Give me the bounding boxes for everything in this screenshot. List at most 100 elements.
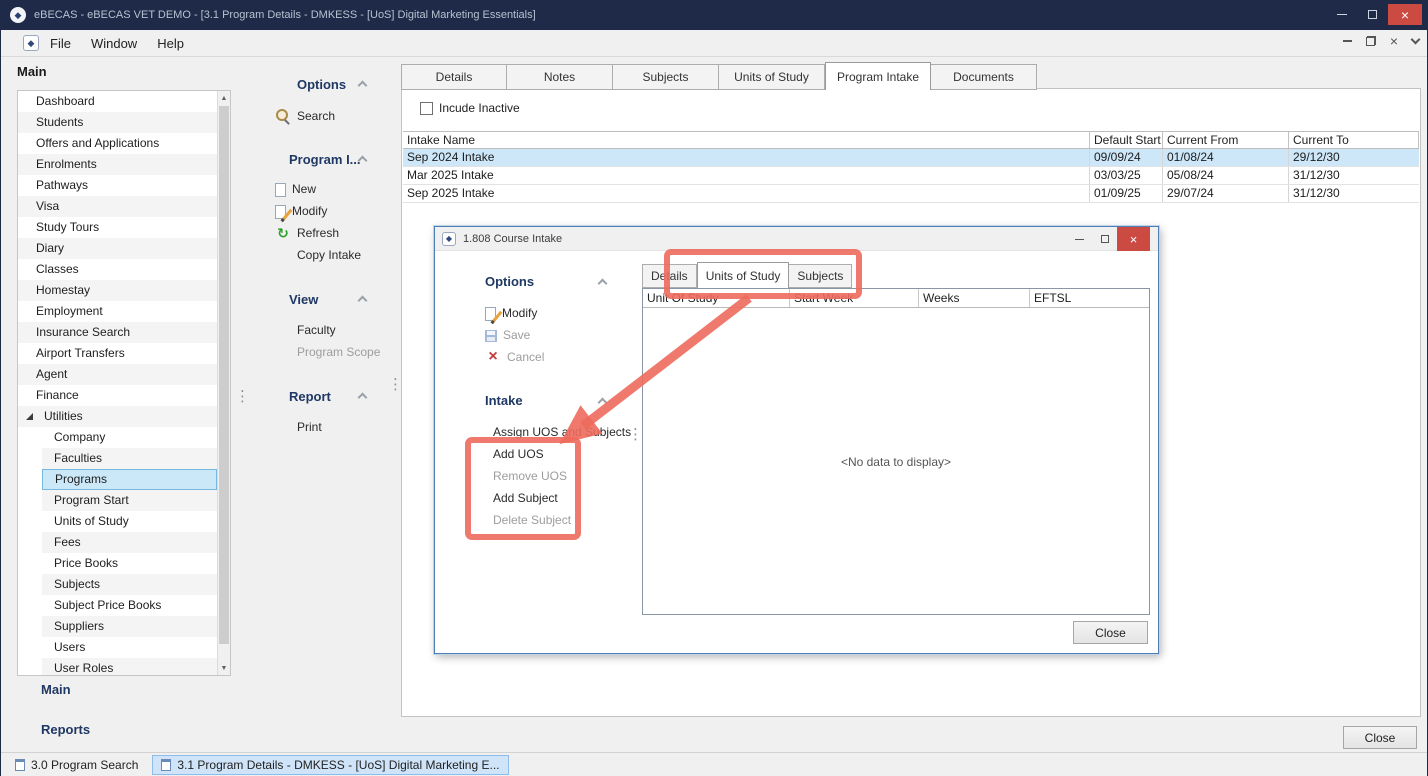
sidebar-item-visa[interactable]: Visa bbox=[18, 196, 217, 217]
section-header-report[interactable]: Report bbox=[289, 389, 331, 404]
remove-uos-button[interactable]: Remove UOS bbox=[493, 465, 567, 487]
sidebar-item-homestay[interactable]: Homestay bbox=[18, 280, 217, 301]
modal-minimize-button[interactable] bbox=[1067, 227, 1092, 251]
collapse-chevron-icon[interactable] bbox=[358, 393, 368, 403]
add-subject-button[interactable]: Add Subject bbox=[493, 487, 558, 509]
new-button[interactable]: New bbox=[275, 178, 316, 200]
sidebar-item-insurance-search[interactable]: Insurance Search bbox=[18, 322, 217, 343]
sidebar-item-suppliers[interactable]: Suppliers bbox=[42, 616, 217, 637]
refresh-button[interactable]: ↻ Refresh bbox=[275, 222, 339, 244]
tab-units-of-study[interactable]: Units of Study bbox=[719, 64, 825, 90]
column-header-current-from[interactable]: Current From bbox=[1163, 132, 1289, 148]
sidebar-item-user-roles[interactable]: User Roles bbox=[42, 658, 217, 676]
sidebar-item-fees[interactable]: Fees bbox=[42, 532, 217, 553]
column-header-default-start[interactable]: Default Start bbox=[1090, 132, 1163, 148]
taskbar-item-program-search[interactable]: 3.0 Program Search bbox=[7, 755, 146, 775]
scroll-down-icon[interactable]: ▼ bbox=[218, 661, 230, 675]
collapse-chevron-icon[interactable] bbox=[358, 81, 368, 91]
delete-subject-button[interactable]: Delete Subject bbox=[493, 509, 571, 531]
sidebar-item-airport-transfers[interactable]: Airport Transfers bbox=[18, 343, 217, 364]
modal-tab-subjects[interactable]: Subjects bbox=[789, 264, 852, 288]
menu-window[interactable]: Window bbox=[82, 32, 146, 55]
section-header-program[interactable]: Program I... bbox=[289, 152, 361, 167]
modal-close-button[interactable]: Close bbox=[1073, 621, 1148, 644]
modal-titlebar[interactable]: ◆ 1.808 Course Intake × bbox=[435, 227, 1158, 251]
column-header-unit-of-study[interactable]: Unit Of Study bbox=[643, 289, 790, 307]
section-header-view[interactable]: View bbox=[289, 292, 318, 307]
maximize-button[interactable] bbox=[1357, 4, 1388, 25]
column-header-weeks[interactable]: Weeks bbox=[919, 289, 1030, 307]
copy-intake-button[interactable]: Copy Intake bbox=[275, 244, 361, 266]
search-button[interactable]: Search bbox=[275, 105, 335, 127]
sidebar-item-study-tours[interactable]: Study Tours bbox=[18, 217, 217, 238]
tab-documents[interactable]: Documents bbox=[931, 64, 1037, 90]
modal-maximize-button[interactable] bbox=[1092, 227, 1117, 251]
table-row[interactable]: Sep 2025 Intake 01/09/25 29/07/24 31/12/… bbox=[403, 185, 1419, 203]
assign-uos-and-subjects-button[interactable]: Assign UOS and Subjects bbox=[493, 421, 631, 443]
close-button[interactable]: Close bbox=[1343, 726, 1417, 749]
column-header-intake-name[interactable]: Intake Name bbox=[403, 132, 1090, 148]
sidebar-item-subjects[interactable]: Subjects bbox=[42, 574, 217, 595]
modal-tab-units-of-study[interactable]: Units of Study bbox=[697, 262, 790, 288]
faculty-button[interactable]: Faculty bbox=[275, 319, 336, 341]
sidebar-item-finance[interactable]: Finance bbox=[18, 385, 217, 406]
sidebar-item-employment[interactable]: Employment bbox=[18, 301, 217, 322]
tab-notes[interactable]: Notes bbox=[507, 64, 613, 90]
sidebar-item-classes[interactable]: Classes bbox=[18, 259, 217, 280]
splitter-handle[interactable]: ⋮ bbox=[235, 394, 250, 400]
section-header-options[interactable]: Options bbox=[297, 77, 346, 92]
sidebar-item-users[interactable]: Users bbox=[42, 637, 217, 658]
sidebar-item-price-books[interactable]: Price Books bbox=[42, 553, 217, 574]
collapse-chevron-icon[interactable] bbox=[598, 279, 608, 289]
sidebar-item-programs[interactable]: Programs bbox=[42, 469, 217, 490]
scrollbar-thumb[interactable] bbox=[219, 106, 229, 644]
tab-subjects[interactable]: Subjects bbox=[613, 64, 719, 90]
sidebar-item-pathways[interactable]: Pathways bbox=[18, 175, 217, 196]
minimize-button[interactable] bbox=[1326, 4, 1357, 25]
mdi-close-icon[interactable]: × bbox=[1390, 36, 1398, 46]
sidebar-item-subject-price-books[interactable]: Subject Price Books bbox=[42, 595, 217, 616]
tab-details[interactable]: Details bbox=[401, 64, 507, 90]
nav-group-main[interactable]: Main bbox=[41, 682, 71, 697]
column-header-start-week[interactable]: Start Week bbox=[790, 289, 919, 307]
sidebar-item-program-start[interactable]: Program Start bbox=[42, 490, 217, 511]
add-uos-button[interactable]: Add UOS bbox=[493, 443, 544, 465]
sidebar-item-dashboard[interactable]: Dashboard bbox=[18, 91, 217, 112]
close-window-button[interactable]: × bbox=[1388, 4, 1422, 25]
modal-section-intake[interactable]: Intake bbox=[485, 393, 523, 408]
modal-cancel-button[interactable]: × Cancel bbox=[485, 346, 544, 368]
program-scope-button[interactable]: Program Scope bbox=[275, 341, 380, 363]
menu-help[interactable]: Help bbox=[148, 32, 193, 55]
table-row[interactable]: Mar 2025 Intake 03/03/25 05/08/24 31/12/… bbox=[403, 167, 1419, 185]
column-header-eftsl[interactable]: EFTSL bbox=[1030, 289, 1149, 307]
print-button[interactable]: Print bbox=[275, 416, 322, 438]
nav-group-reports[interactable]: Reports bbox=[41, 722, 90, 737]
sidebar-item-offers-and-applications[interactable]: Offers and Applications bbox=[18, 133, 217, 154]
splitter-handle[interactable]: ⋮ bbox=[628, 432, 643, 438]
mdi-restore-icon[interactable] bbox=[1366, 36, 1376, 46]
modal-tab-details[interactable]: Details bbox=[642, 264, 697, 288]
sidebar-item-diary[interactable]: Diary bbox=[18, 238, 217, 259]
sidebar-scrollbar[interactable]: ▲ ▼ bbox=[217, 91, 230, 675]
mdi-chevron-down-icon[interactable] bbox=[1411, 35, 1421, 45]
modal-save-button[interactable]: Save bbox=[485, 324, 530, 346]
sidebar-item-enrolments[interactable]: Enrolments bbox=[18, 154, 217, 175]
modal-close-window-button[interactable]: × bbox=[1117, 227, 1150, 251]
modal-section-options[interactable]: Options bbox=[485, 274, 534, 289]
column-header-current-to[interactable]: Current To bbox=[1289, 132, 1419, 148]
mdi-minimize-icon[interactable] bbox=[1343, 40, 1352, 42]
include-inactive-checkbox[interactable]: Incude Inactive bbox=[420, 101, 520, 115]
sidebar-item-agent[interactable]: Agent bbox=[18, 364, 217, 385]
sidebar-item-company[interactable]: Company bbox=[42, 427, 217, 448]
sidebar-item-utilities[interactable]: Utilities bbox=[18, 406, 217, 427]
sidebar-item-units-of-study[interactable]: Units of Study bbox=[42, 511, 217, 532]
modify-button[interactable]: Modify bbox=[275, 200, 327, 222]
sidebar-item-faculties[interactable]: Faculties bbox=[42, 448, 217, 469]
scroll-up-icon[interactable]: ▲ bbox=[218, 91, 230, 105]
table-row[interactable]: Sep 2024 Intake 09/09/24 01/08/24 29/12/… bbox=[403, 149, 1419, 167]
taskbar-item-program-details[interactable]: 3.1 Program Details - DMKESS - [UoS] Dig… bbox=[152, 755, 508, 775]
modal-modify-button[interactable]: Modify bbox=[485, 302, 537, 324]
tab-program-intake[interactable]: Program Intake bbox=[825, 62, 931, 90]
collapse-chevron-icon[interactable] bbox=[598, 398, 608, 408]
menu-file[interactable]: File bbox=[41, 32, 80, 55]
